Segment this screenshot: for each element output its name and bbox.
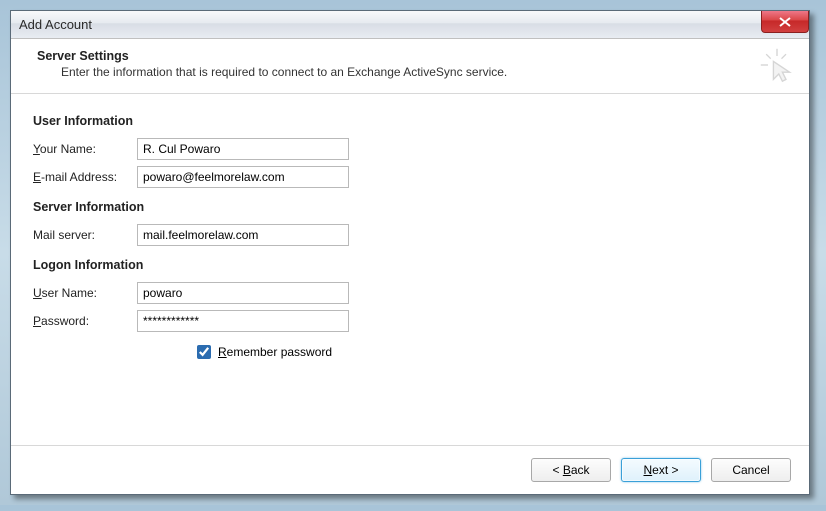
button-bar: < Back Next > Cancel (11, 445, 809, 494)
mail-server-label: Mail server: (33, 228, 137, 242)
remember-password-label: Remember password (218, 345, 332, 359)
remember-password-row: Remember password (193, 342, 787, 362)
header-panel: Server Settings Enter the information th… (11, 39, 809, 94)
header-title: Server Settings (37, 49, 791, 63)
cancel-button[interactable]: Cancel (711, 458, 791, 482)
user-name-row: User Name: (33, 282, 787, 304)
mail-server-input[interactable] (137, 224, 349, 246)
user-info-heading: User Information (33, 114, 787, 128)
title-bar: Add Account (11, 11, 809, 39)
header-subtitle: Enter the information that is required t… (61, 65, 791, 79)
add-account-dialog: Add Account Server Settings Enter the in… (10, 10, 810, 495)
email-input[interactable] (137, 166, 349, 188)
close-icon (779, 17, 791, 27)
back-button[interactable]: < Back (531, 458, 611, 482)
dialog-content: Server Settings Enter the information th… (11, 39, 809, 494)
mail-server-row: Mail server: (33, 224, 787, 246)
window-title: Add Account (19, 17, 92, 32)
next-button[interactable]: Next > (621, 458, 701, 482)
password-row: Password: (33, 310, 787, 332)
user-name-label: User Name: (33, 286, 137, 300)
your-name-input[interactable] (137, 138, 349, 160)
password-label: Password: (33, 314, 137, 328)
form-area: User Information Your Name: E-mail Addre… (11, 94, 809, 445)
your-name-row: Your Name: (33, 138, 787, 160)
cursor-click-icon (759, 47, 795, 83)
your-name-label: Your Name: (33, 142, 137, 156)
server-info-heading: Server Information (33, 200, 787, 214)
email-row: E-mail Address: (33, 166, 787, 188)
user-name-input[interactable] (137, 282, 349, 304)
remember-password-checkbox[interactable] (197, 345, 211, 359)
email-label: E-mail Address: (33, 170, 137, 184)
logon-info-heading: Logon Information (33, 258, 787, 272)
password-input[interactable] (137, 310, 349, 332)
close-button[interactable] (761, 11, 809, 33)
